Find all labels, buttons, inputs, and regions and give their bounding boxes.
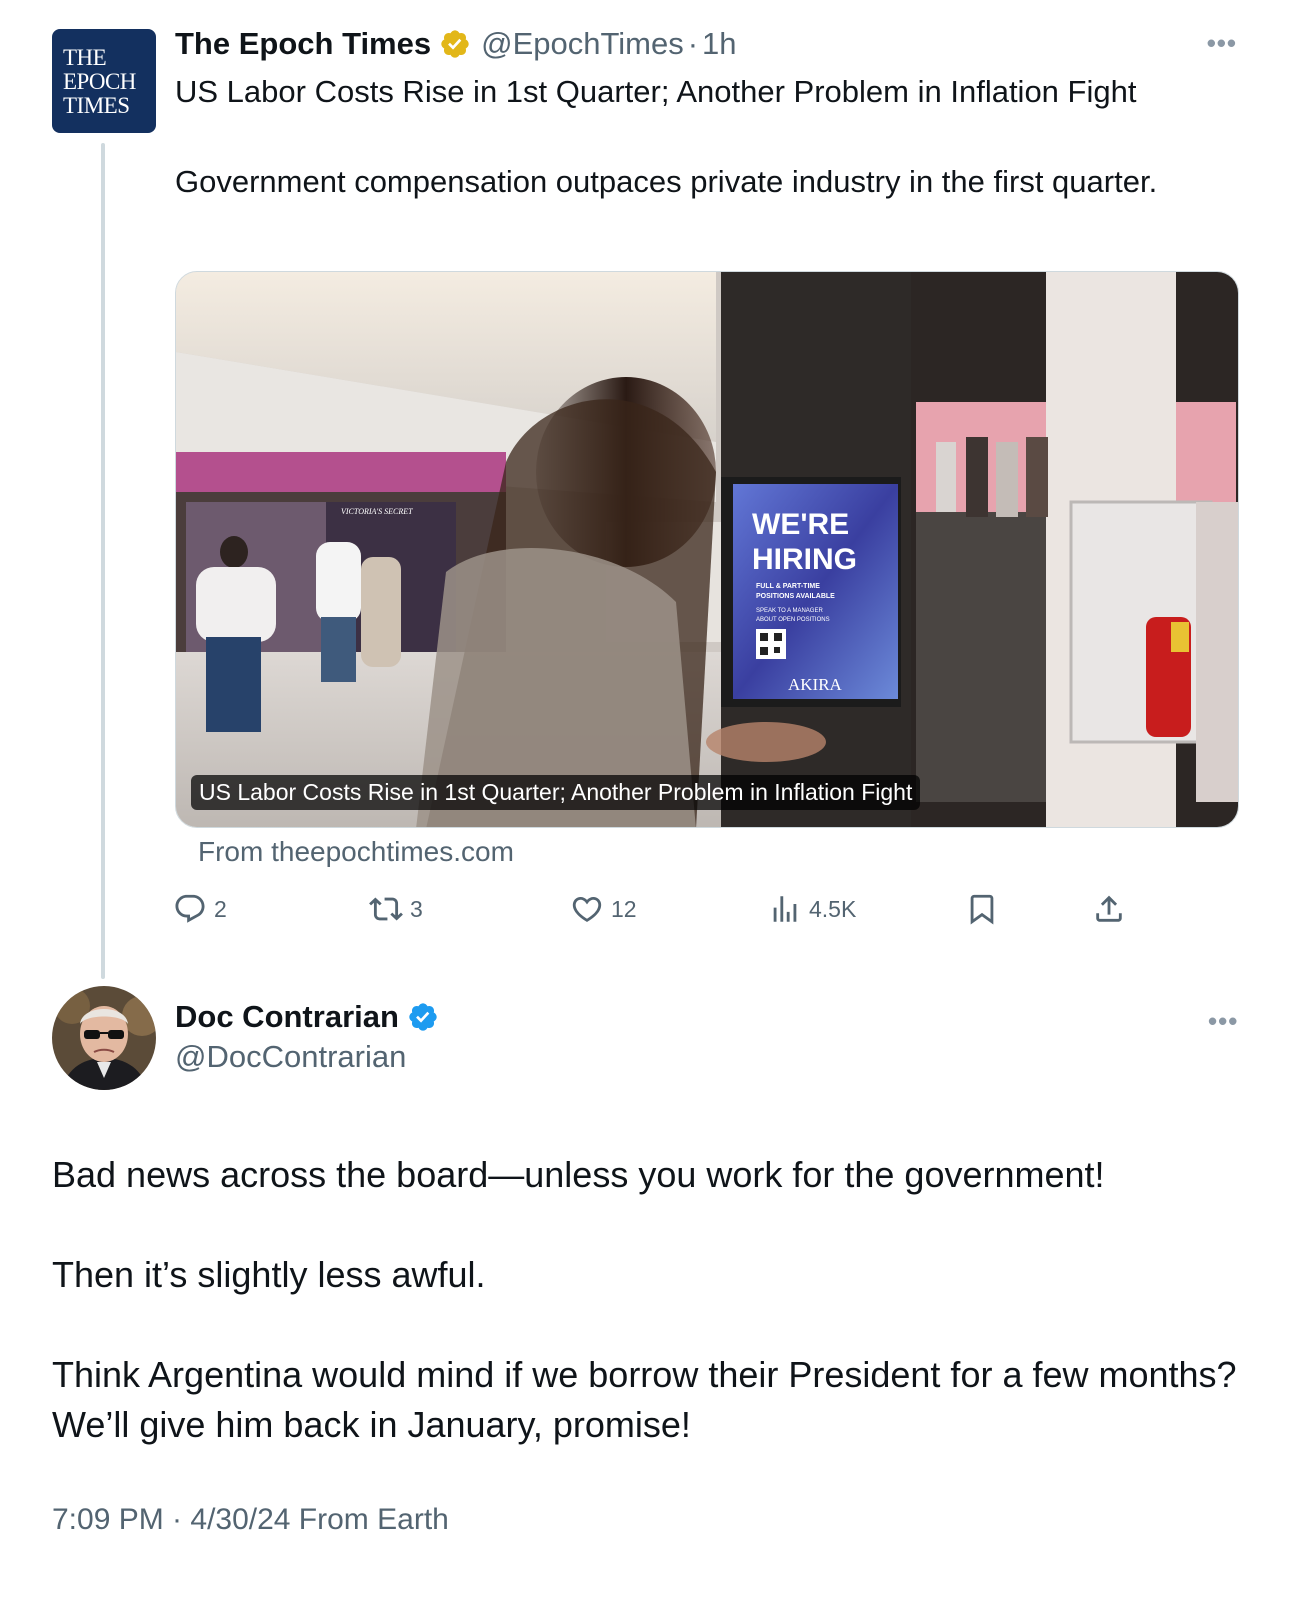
poster-small-text: FULL & PART-TIME [756, 583, 820, 590]
separator-dot: · [687, 26, 699, 61]
views-button[interactable]: 4.5K [768, 889, 856, 929]
like-count: 12 [611, 895, 637, 922]
card-source-link[interactable]: From theepochtimes.com [198, 836, 514, 868]
repost-button[interactable]: 3 [369, 889, 423, 929]
heart-icon [572, 896, 602, 922]
poster-small-text: ABOUT OPEN POSITIONS [756, 617, 830, 623]
thread-connector-line [101, 143, 105, 979]
bookmark-button[interactable] [965, 889, 1006, 929]
link-card[interactable]: WE'RE HIRING FULL & PART-TIME POSITIONS … [175, 271, 1239, 828]
store-sign-text: VICTORIA'S SECRET [341, 507, 413, 516]
tweet-paragraph: Think Argentina would mind if we borrow … [52, 1354, 1237, 1445]
tweet-author-header: Doc Contrarian [175, 996, 449, 1038]
reply-icon [175, 894, 205, 923]
share-button[interactable] [1092, 889, 1133, 929]
poster-small-text: POSITIONS AVAILABLE [756, 593, 835, 600]
more-horizontal-icon[interactable]: ••• [1208, 1006, 1238, 1037]
repost-count: 3 [410, 895, 423, 922]
handle[interactable]: @EpochTimes [481, 26, 684, 62]
more-horizontal-icon[interactable]: ••• [1207, 28, 1237, 59]
card-caption: US Labor Costs Rise in 1st Quarter; Anot… [191, 775, 921, 810]
tweet-text-line: Government compensation outpaces private… [175, 164, 1158, 199]
tweet-paragraph: Then it’s slightly less awful. [52, 1254, 486, 1295]
display-name[interactable]: Doc Contrarian [175, 999, 399, 1035]
gold-verified-badge-icon[interactable] [439, 28, 471, 60]
tweet-timestamp[interactable]: 7:09 PM · 4/30/24 From Earth [52, 1503, 449, 1537]
reply-count: 2 [214, 895, 227, 922]
avatar-text-line: EPOCH [63, 69, 136, 94]
share-icon [1096, 895, 1122, 922]
display-name[interactable]: The Epoch Times [175, 26, 431, 62]
avatar-text-line: TIMES [63, 93, 130, 118]
analytics-icon [773, 896, 797, 922]
tweet-paragraph: Bad news across the board—unless you wor… [52, 1154, 1105, 1195]
poster-text: WE'RE [752, 508, 849, 541]
avatar-text-line: THE [63, 45, 107, 70]
tweet-text: Bad news across the board—unless you wor… [52, 1150, 1272, 1450]
reply-button[interactable]: 2 [173, 889, 227, 929]
poster-brand-text: AKIRA [788, 675, 843, 694]
poster-text: HIRING [752, 543, 857, 576]
card-image: WE'RE HIRING FULL & PART-TIME POSITIONS … [176, 272, 1238, 827]
poster-small-text: SPEAK TO A MANAGER [756, 608, 823, 614]
quoted-tweet: The Epoch Times @EpochTimes · 1h ••• US … [175, 24, 1265, 204]
repost-icon [369, 897, 403, 921]
handle[interactable]: @DocContrarian [175, 1039, 406, 1075]
tweet-actions: 2 3 12 4.5K [173, 889, 1133, 931]
bookmark-icon [970, 894, 994, 925]
like-button[interactable]: 12 [570, 889, 637, 929]
tweet-text: US Labor Costs Rise in 1st Quarter; Anot… [175, 69, 1235, 204]
view-count: 4.5K [809, 895, 857, 922]
avatar-image [52, 986, 156, 1090]
tweet-header: The Epoch Times @EpochTimes · 1h [175, 24, 1265, 64]
blue-verified-badge-icon[interactable] [407, 1001, 439, 1033]
epoch-times-avatar[interactable]: THE EPOCH TIMES [52, 29, 156, 133]
doc-contrarian-avatar[interactable] [52, 986, 156, 1090]
tweet-text-line: US Labor Costs Rise in 1st Quarter; Anot… [175, 74, 1137, 109]
tweet-time[interactable]: 1h [702, 26, 736, 62]
